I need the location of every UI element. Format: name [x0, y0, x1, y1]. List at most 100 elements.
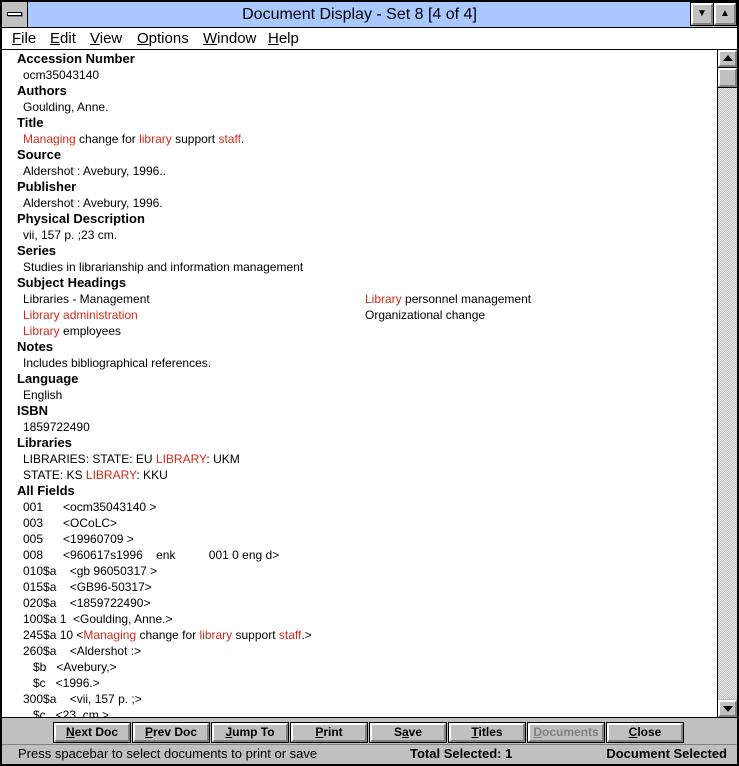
text-segment: .	[240, 132, 245, 146]
text-segment: Libraries - Management	[23, 292, 150, 306]
text-segment: : UKM	[206, 452, 240, 466]
minimize-button[interactable]: ▼	[690, 2, 714, 26]
document-display-window: Document Display - Set 8 [4 of 4] ▼ ▲ Fi…	[0, 0, 739, 766]
field-value-notes: Includes bibliographical references.	[23, 356, 212, 370]
search-term-highlight: library	[199, 628, 233, 642]
search-term-highlight: Managing	[23, 132, 76, 146]
subject-col-left: Libraries - Management Library administra…	[23, 291, 365, 339]
field-value-libraries: LIBRARIES: STATE: EU LIBRARY: UKM STATE: …	[17, 451, 707, 483]
marc-field-line: 245$a 10 <Managing change for library su…	[17, 627, 707, 643]
button-label-part: ump To	[232, 725, 275, 739]
button-label-part: T	[471, 725, 479, 739]
field-value-source: Aldershot : Avebury, 1996..	[23, 164, 166, 178]
marc-field-line: 020$a <1859722490>	[17, 595, 707, 611]
text-segment: 260$a <Aldershot :>	[23, 644, 142, 658]
marc-field-line: $c <23 cm.>	[17, 707, 707, 717]
button-label-part: ve	[408, 725, 423, 739]
scroll-thumb[interactable]	[717, 67, 738, 88]
menu-window[interactable]: Window	[203, 30, 256, 48]
subject-col-right: Library personnel management Organization…	[365, 291, 707, 339]
close-button[interactable]: Close	[606, 722, 684, 743]
vertical-scrollbar[interactable]	[717, 50, 738, 717]
field-value-isbn: 1859722490	[23, 420, 90, 434]
text-segment: support	[171, 132, 219, 146]
menu-edit[interactable]: Edit	[50, 30, 76, 48]
menu-file-rest: ile	[21, 30, 37, 47]
button-label-part: ocuments	[541, 725, 599, 739]
field-label-subjects: Subject Headings	[17, 275, 127, 290]
status-hint: Press spacebar to select documents to pr…	[18, 746, 318, 761]
button-bar: Next Doc Prev Doc Jump To Print Save Titles Do…	[2, 717, 737, 744]
search-term-highlight: Library	[23, 324, 60, 338]
field-value-accession: ocm35043140	[23, 68, 100, 82]
text-segment: 008 <960617s1996 enk 001 0 eng d>	[23, 548, 280, 562]
maximize-button[interactable]: ▲	[713, 2, 737, 26]
text-segment: change for	[136, 628, 200, 642]
system-menu-button[interactable]	[2, 2, 28, 27]
subject-heading: Organizational change	[365, 307, 707, 323]
document-content[interactable]: Accession Number ocm35043140 Authors Gou…	[2, 50, 717, 717]
status-total-selected: Total Selected: 1	[410, 746, 513, 761]
marc-field-line: 001 <ocm35043140 >	[17, 499, 707, 515]
field-label-language: Language	[17, 371, 79, 386]
text-segment: Organizational change	[365, 308, 486, 322]
marc-field-line: 003 <OCoLC>	[17, 515, 707, 531]
status-bar: Press spacebar to select documents to pr…	[2, 744, 737, 764]
titles-button[interactable]: Titles	[448, 722, 526, 743]
scroll-track[interactable]	[718, 88, 737, 699]
prev-doc-button[interactable]: Prev Doc	[132, 722, 210, 743]
button-label-part: rint	[323, 725, 343, 739]
button-label-part: a	[401, 725, 409, 739]
field-label-source: Source	[17, 147, 62, 162]
search-term-highlight: staff	[278, 628, 302, 642]
marc-field-line: 100$a 1 <Goulding, Anne.>	[17, 611, 707, 627]
button-label-part: D	[533, 725, 542, 739]
field-value-series: Studies in librarianship and information…	[23, 260, 304, 274]
text-segment: LIBRARIES: STATE: EU	[23, 452, 156, 466]
marc-field-line: 260$a <Aldershot :>	[17, 643, 707, 659]
save-button[interactable]: Save	[369, 722, 447, 743]
field-value-authors: Goulding, Anne.	[23, 100, 109, 114]
menu-file[interactable]: File	[12, 30, 36, 48]
window-title: Document Display - Set 8 [4 of 4]	[28, 2, 691, 27]
field-label-isbn: ISBN	[17, 403, 49, 418]
text-segment: 003 <OCoLC>	[23, 516, 118, 530]
scroll-down-button[interactable]	[718, 700, 737, 717]
field-label-physical: Physical Description	[17, 211, 145, 226]
marc-field-line: 300$a <vii, 157 p. ;>	[17, 691, 707, 707]
text-segment: support	[232, 628, 279, 642]
marc-field-line: 008 <960617s1996 enk 001 0 eng d>	[17, 547, 707, 563]
text-segment: $c <23 cm.>	[23, 708, 110, 717]
jump-to-button[interactable]: Jump To	[211, 722, 289, 743]
documents-button[interactable]: Documents	[527, 722, 605, 743]
subject-heading: Library administration	[23, 307, 365, 323]
field-value-all-fields: 001 <ocm35043140 > 003 <OCoLC> 005 <199607…	[17, 499, 707, 717]
menu-options[interactable]: Options	[137, 30, 189, 48]
field-label-title: Title	[17, 115, 44, 130]
text-segment: .>	[301, 628, 312, 642]
marc-field-line: 005 <19960709 >	[17, 531, 707, 547]
scroll-down-icon	[723, 706, 733, 712]
field-label-publisher: Publisher	[17, 179, 77, 194]
text-segment: employees	[59, 324, 122, 338]
button-label-part: rev Doc	[152, 725, 198, 739]
field-value-physical: vii, 157 p. ;23 cm.	[23, 228, 118, 242]
field-label-notes: Notes	[17, 339, 54, 354]
search-term-highlight: LIBRARY	[85, 468, 137, 482]
button-label-part: lose	[637, 725, 662, 739]
maximize-arrow-icon: ▲	[720, 8, 730, 19]
status-document-state: Document Selected	[606, 746, 727, 761]
system-menu-icon	[7, 12, 22, 16]
button-label-part: itles	[478, 725, 503, 739]
print-button[interactable]: Print	[290, 722, 368, 743]
marc-field-line: $c <1996.>	[17, 675, 707, 691]
next-doc-button[interactable]: Next Doc	[53, 722, 131, 743]
menu-view[interactable]: View	[90, 30, 122, 48]
document-record: Accession Number ocm35043140 Authors Gou…	[17, 51, 707, 717]
subject-heading: Libraries - Management	[23, 291, 365, 307]
menu-help[interactable]: Help	[268, 30, 299, 48]
text-segment: 015$a <GB96-50317>	[23, 580, 152, 594]
text-segment: personnel management	[401, 292, 532, 306]
menu-bar: File Edit View Options Window Help	[2, 28, 737, 50]
scroll-up-button[interactable]	[718, 50, 737, 67]
